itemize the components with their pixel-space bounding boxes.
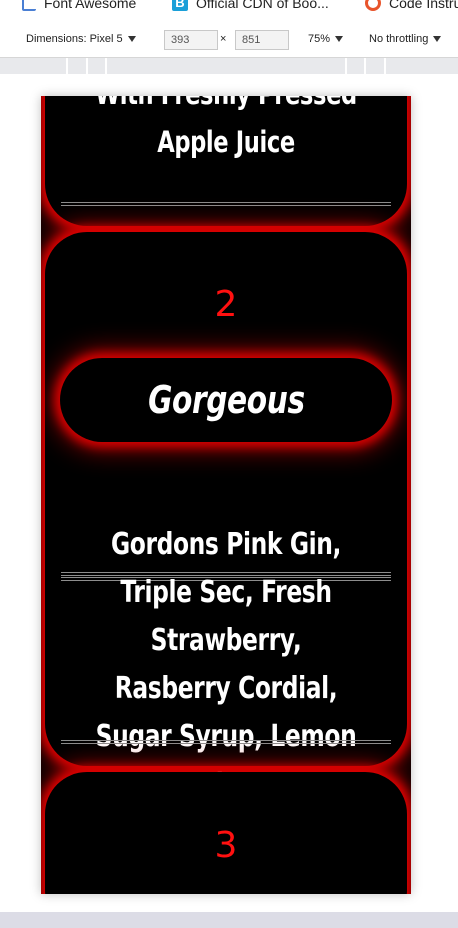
bookmarks-bar: Font Awesome B Official CDN of Boo... Co…	[0, 0, 458, 14]
cocktail-card: 3	[45, 772, 407, 894]
ruler-tick	[105, 58, 107, 74]
divider	[61, 202, 391, 206]
flag-icon	[22, 0, 36, 11]
devtools-bottom-bar	[0, 912, 458, 928]
device-dimensions-select[interactable]: Dimensions: Pixel 5	[26, 33, 136, 45]
zoom-select[interactable]: 75%	[308, 33, 344, 45]
cocktail-number: 2	[214, 284, 238, 325]
throttling-select[interactable]: No throttling	[369, 33, 442, 45]
bookmark-bootstrap-cdn[interactable]: B Official CDN of Boo...	[172, 0, 329, 13]
media-query-ruler[interactable]	[0, 58, 458, 74]
height-input[interactable]: 851	[235, 30, 289, 50]
emulated-viewport: Lemon Juice, Topped With Freshly Pressed…	[41, 96, 411, 894]
bookmark-label: Official CDN of Boo...	[196, 0, 329, 11]
cocktail-card: 2 Gorgeous Gordons Pink Gin, Triple Sec,…	[45, 232, 407, 802]
caret-down-icon	[335, 36, 344, 43]
bookmark-label: Font Awesome	[44, 0, 137, 11]
bootstrap-icon: B	[172, 0, 188, 11]
cocktail-name-pill: Gorgeous	[60, 358, 392, 442]
zoom-label: 75%	[308, 33, 331, 45]
times-symbol: ×	[220, 33, 227, 45]
bookmark-font-awesome[interactable]: Font Awesome	[22, 0, 136, 13]
ruler-tick	[364, 58, 366, 74]
ring-icon	[365, 0, 381, 11]
device-toolbar: Dimensions: Pixel 5 393 × 851 75% No thr…	[0, 25, 458, 58]
caret-down-icon	[127, 36, 136, 43]
bookmark-label: Code Instru	[389, 0, 458, 11]
ruler-tick	[86, 58, 88, 74]
cocktail-card: Lemon Juice, Topped With Freshly Pressed…	[45, 96, 407, 226]
cocktail-name: Gorgeous	[147, 378, 305, 422]
ruler-tick	[66, 58, 68, 74]
width-input[interactable]: 393	[164, 30, 218, 50]
cocktail-description: Lemon Juice, Topped With Freshly Pressed…	[95, 96, 357, 159]
ruler-tick	[345, 58, 347, 74]
cocktail-number: 3	[214, 825, 238, 866]
divider	[61, 740, 391, 744]
caret-down-icon	[433, 36, 442, 43]
cocktail-description: Gordons Pink Gin, Triple Sec, Fresh Stra…	[95, 527, 357, 802]
bookmark-code-instru[interactable]: Code Instru	[365, 0, 458, 13]
ruler-tick	[384, 58, 386, 74]
throttle-label: No throttling	[369, 33, 429, 45]
device-label: Dimensions: Pixel 5	[26, 33, 123, 45]
